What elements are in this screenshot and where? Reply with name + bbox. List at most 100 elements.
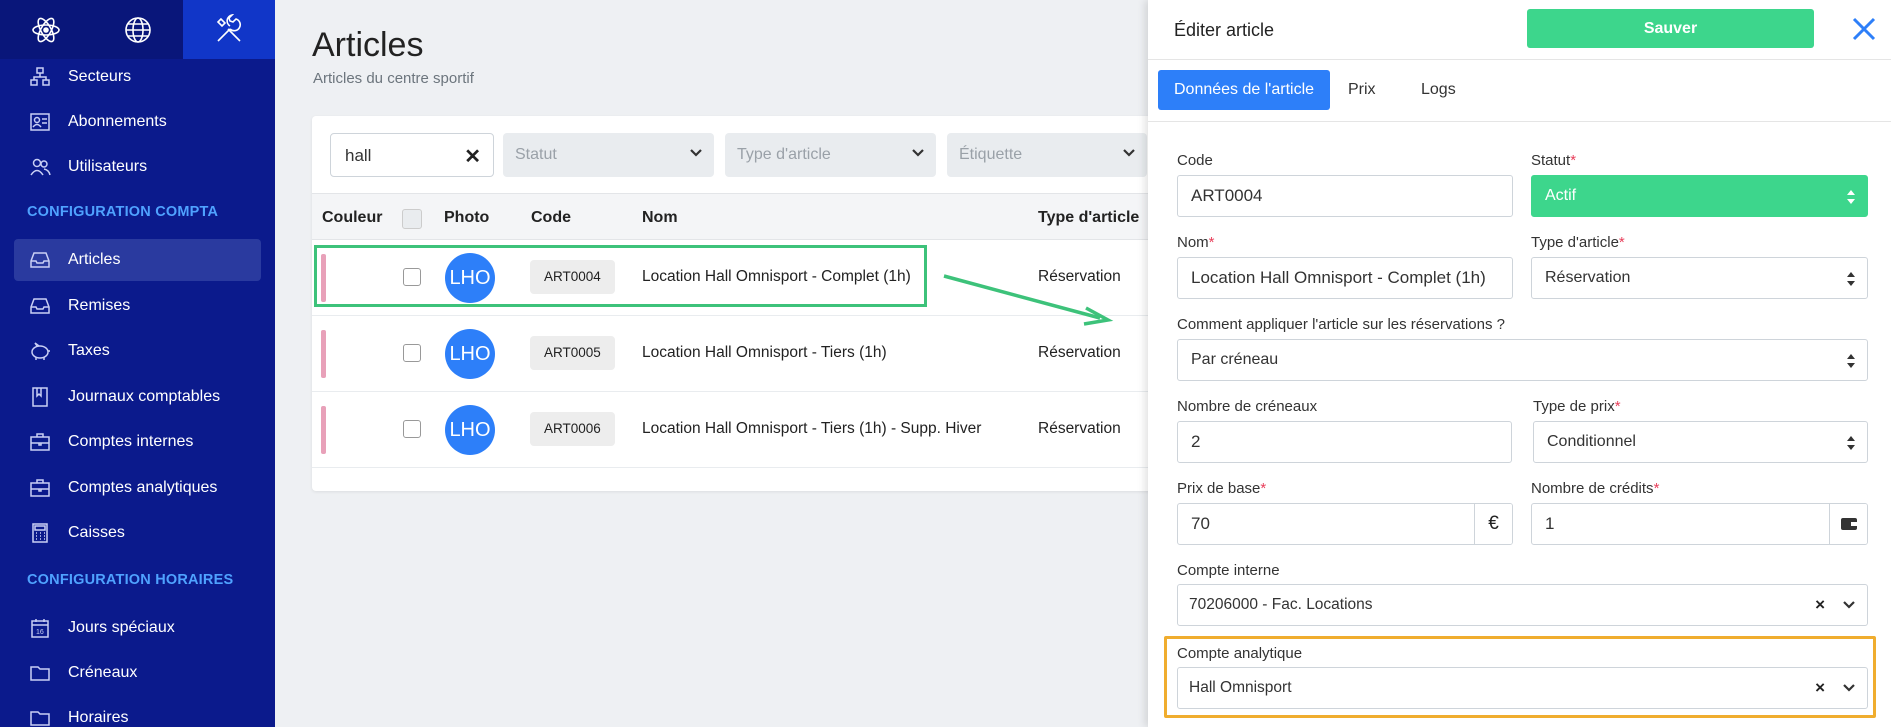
sidebar-item-label: Remises (68, 297, 131, 314)
sidebar-item-jours-speciaux[interactable]: 16 Jours spéciaux (14, 607, 261, 649)
sidebar-item-label: Secteurs (68, 68, 132, 85)
search-input[interactable]: hall ✕ (330, 133, 494, 177)
table-row[interactable]: LHO ART0006 Location Hall Omnisport - Ti… (312, 392, 1152, 468)
prix-base-field[interactable]: 70 € (1177, 503, 1513, 545)
chevron-down-icon (690, 149, 702, 157)
sidebar-item-label: Taxes (68, 342, 110, 359)
article-name[interactable]: Location Hall Omnisport - Tiers (1h) (642, 344, 887, 362)
code-field[interactable]: ART0004 (1177, 175, 1513, 217)
sidebar-item-articles[interactable]: Articles (14, 239, 261, 281)
globe-icon (124, 16, 151, 43)
sidebar-item-comptes-internes[interactable]: Comptes internes (14, 421, 261, 463)
sidebar-item-comptes-analytiques[interactable]: Comptes analytiques (14, 467, 261, 509)
sidebar-item-taxes[interactable]: Taxes (14, 330, 261, 372)
credits-label: Nombre de crédits* (1531, 480, 1660, 497)
type-prix-select[interactable]: Conditionnel (1533, 421, 1868, 463)
save-button[interactable]: Sauver (1527, 9, 1814, 48)
credits-field[interactable]: 1 (1531, 503, 1868, 545)
clear-search-icon[interactable]: ✕ (464, 144, 481, 169)
column-header-couleur[interactable]: Couleur (322, 209, 382, 227)
tab-prix[interactable]: Prix (1332, 70, 1392, 110)
chevron-down-icon (912, 149, 924, 157)
sidebar-item-label: Abonnements (68, 113, 167, 130)
sidebar-tab-globe[interactable] (91, 0, 184, 59)
folder-icon (28, 661, 52, 685)
sort-arrows-icon (1847, 272, 1855, 286)
highlight-row-box (314, 245, 927, 307)
filter-placeholder: Étiquette (959, 146, 1023, 163)
chevron-down-icon[interactable] (1841, 597, 1857, 613)
column-header-code[interactable]: Code (531, 209, 571, 227)
calculator-icon (28, 521, 52, 545)
sidebar-item-secteurs[interactable]: Secteurs (14, 56, 261, 98)
sidebar-tab-tools[interactable] (183, 0, 275, 59)
code-badge: ART0005 (530, 336, 615, 370)
nom-field[interactable]: Location Hall Omnisport - Complet (1h) (1177, 257, 1513, 299)
sidebar-top-tabs (0, 0, 275, 59)
tab-logs[interactable]: Logs (1405, 70, 1472, 110)
highlight-analytic-box (1164, 636, 1876, 718)
sort-arrows-icon (1847, 190, 1855, 204)
apply-label: Comment appliquer l'article sur les rése… (1177, 316, 1506, 333)
close-icon[interactable] (1848, 13, 1880, 45)
panel-header: Éditer article Sauver (1148, 0, 1891, 60)
creneaux-field[interactable]: 2 (1177, 421, 1512, 463)
piggy-bank-icon (28, 339, 52, 363)
prix-base-label: Prix de base* (1177, 480, 1267, 497)
sidebar-item-abonnements[interactable]: Abonnements (14, 101, 261, 143)
filter-type-article[interactable]: Type d'article (725, 133, 936, 177)
search-value: hall (345, 146, 372, 165)
type-prix-label: Type de prix* (1533, 398, 1621, 415)
id-card-icon (28, 110, 52, 134)
article-type: Réservation (1038, 344, 1121, 361)
avatar: LHO (445, 405, 495, 455)
filter-statut[interactable]: Statut (503, 133, 714, 177)
statut-select[interactable]: Actif (1531, 175, 1868, 217)
sidebar-item-label: Horaires (68, 709, 129, 726)
statut-label: Statut* (1531, 152, 1577, 169)
annotation-arrow (943, 274, 1114, 326)
column-header-nom[interactable]: Nom (642, 209, 678, 227)
sidebar-tab-atom[interactable] (0, 0, 92, 59)
svg-text:16: 16 (36, 629, 44, 636)
code-badge: ART0006 (530, 412, 615, 446)
sidebar-item-label: Caisses (68, 524, 125, 541)
compte-interne-select[interactable]: 70206000 - Fac. Locations × (1177, 584, 1868, 626)
select-all-checkbox[interactable] (402, 209, 422, 229)
page-title: Articles (312, 26, 424, 64)
color-indicator (321, 330, 326, 378)
article-name[interactable]: Location Hall Omnisport - Tiers (1h) - S… (642, 420, 981, 438)
sidebar: Secteurs Abonnements Utilisateurs CONFIG… (0, 0, 275, 727)
sidebar-item-label: Journaux comptables (68, 388, 221, 405)
page-subtitle: Articles du centre sportif (313, 70, 474, 87)
code-label: Code (1177, 152, 1213, 169)
sidebar-item-horaires[interactable]: Horaires (14, 697, 261, 727)
sidebar-section-horaires: CONFIGURATION HORAIRES (27, 572, 234, 588)
sidebar-item-label: Jours spéciaux (68, 619, 175, 636)
apply-select[interactable]: Par créneau (1177, 339, 1868, 381)
sidebar-section-compta: CONFIGURATION COMPTA (27, 204, 219, 220)
atom-icon (32, 17, 60, 42)
clear-icon[interactable]: × (1815, 585, 1825, 625)
inbox-icon (28, 248, 52, 272)
filter-placeholder: Statut (515, 146, 557, 163)
creneaux-label: Nombre de créneaux (1177, 398, 1318, 415)
sidebar-item-remises[interactable]: Remises (14, 285, 261, 327)
edit-article-panel: Éditer article Sauver Données de l'artic… (1148, 0, 1891, 727)
row-checkbox[interactable] (403, 420, 421, 438)
row-checkbox[interactable] (403, 344, 421, 362)
sidebar-item-utilisateurs[interactable]: Utilisateurs (14, 146, 261, 188)
column-header-photo[interactable]: Photo (444, 209, 489, 227)
sidebar-item-journaux[interactable]: Journaux comptables (14, 376, 261, 418)
sidebar-item-label: Comptes internes (68, 433, 194, 450)
sort-arrows-icon (1847, 436, 1855, 450)
book-icon (28, 385, 52, 409)
table-header: Couleur Photo Code Nom Type d'article (312, 193, 1152, 240)
column-header-type[interactable]: Type d'article (1038, 209, 1139, 227)
type-article-select[interactable]: Réservation (1531, 257, 1868, 299)
tab-donnees[interactable]: Données de l'article (1158, 70, 1331, 110)
sidebar-item-caisses[interactable]: Caisses (14, 512, 261, 554)
filter-etiquette[interactable]: Étiquette (947, 133, 1147, 177)
folder-icon (28, 706, 52, 727)
sidebar-item-creneaux[interactable]: Créneaux (14, 652, 261, 694)
